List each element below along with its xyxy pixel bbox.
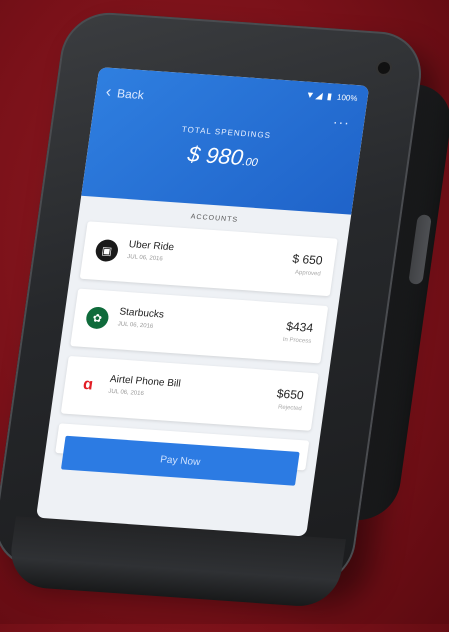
status-bar: ▼◢ ▮ 100% <box>305 90 358 105</box>
account-title: Starbucks <box>118 306 165 321</box>
account-date: JUL 06, 2016 <box>126 254 164 263</box>
battery-percentage: 100% <box>336 92 359 104</box>
starbucks-icon: ✿ <box>84 306 110 330</box>
uber-icon: ▣ <box>94 238 120 263</box>
account-amount: $ 650 <box>291 251 324 268</box>
back-label: Back <box>116 86 145 103</box>
total-amount-main: $ 980 <box>186 141 245 170</box>
account-card-uber[interactable]: ▣ Uber Ride JUL 06, 2016 $ 650 Approved <box>79 221 338 297</box>
phone-device: ▼◢ ▮ 100% ‹ Back ··· TOTAL SPENDINGS $ 9… <box>0 0 449 630</box>
account-date: JUL 06, 2016 <box>107 388 145 398</box>
signal-wifi-battery-icon: ▼◢ ▮ <box>305 89 334 102</box>
back-button[interactable]: ‹ Back <box>104 83 145 103</box>
more-options-icon[interactable]: ··· <box>332 113 351 130</box>
account-amount: $434 <box>285 319 315 335</box>
airtel-icon: ɑ <box>75 373 101 397</box>
account-card-starbucks[interactable]: ✿ Starbucks JUL 06, 2016 $434 In Process <box>70 288 329 364</box>
total-amount-cents: .00 <box>241 156 259 170</box>
account-title: Airtel Phone Bill <box>109 373 182 390</box>
account-status: In Process <box>282 336 312 345</box>
spendings-header: ▼◢ ▮ 100% ‹ Back ··· TOTAL SPENDINGS $ 9… <box>81 67 370 215</box>
chevron-left-icon: ‹ <box>104 83 113 101</box>
account-status: Approved <box>294 269 322 278</box>
account-status: Rejected <box>277 404 303 413</box>
account-amount: $650 <box>275 386 305 403</box>
account-title: Uber Ride <box>128 239 175 254</box>
account-date: JUL 06, 2016 <box>117 321 154 330</box>
account-card-airtel[interactable]: ɑ Airtel Phone Bill JUL 06, 2016 $650 Re… <box>60 355 319 431</box>
